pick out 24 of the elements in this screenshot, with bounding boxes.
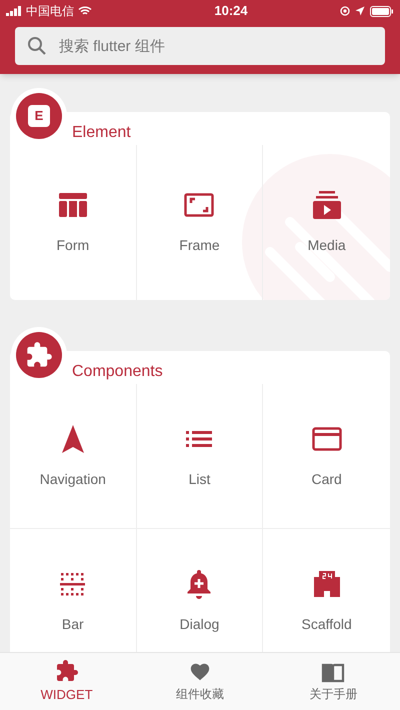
search-icon (27, 36, 47, 56)
location-arrow-icon (355, 6, 365, 16)
puzzle-icon (54, 658, 79, 683)
section-title: Components (72, 362, 163, 382)
grid-item[interactable]: Navigation (10, 384, 137, 529)
battery-icon (370, 6, 394, 16)
lock-rotation-icon (340, 6, 350, 16)
nav-tab[interactable]: WIDGET (0, 653, 134, 710)
nav-tab[interactable]: 组件收藏 (133, 653, 267, 710)
status-time: 10:24 (214, 2, 248, 20)
nav-tab[interactable]: 关于手册 (266, 653, 400, 710)
signal-icon (6, 6, 22, 16)
grid-item[interactable]: Frame (136, 145, 264, 300)
search-field[interactable]: 搜索 flutter 组件 (15, 27, 385, 65)
video-library-icon (310, 189, 343, 221)
puzzle-icon (25, 341, 53, 369)
wifi-icon (78, 6, 92, 16)
grid-item[interactable]: List (136, 384, 264, 529)
grid-item[interactable]: Media (263, 145, 390, 300)
grid-item[interactable]: Form (10, 145, 137, 300)
grid-item[interactable]: Card (263, 384, 390, 529)
letter-badge-icon: E (28, 105, 50, 127)
section-title: Element (72, 123, 131, 143)
carrier-name: 中国电信 (26, 3, 74, 20)
